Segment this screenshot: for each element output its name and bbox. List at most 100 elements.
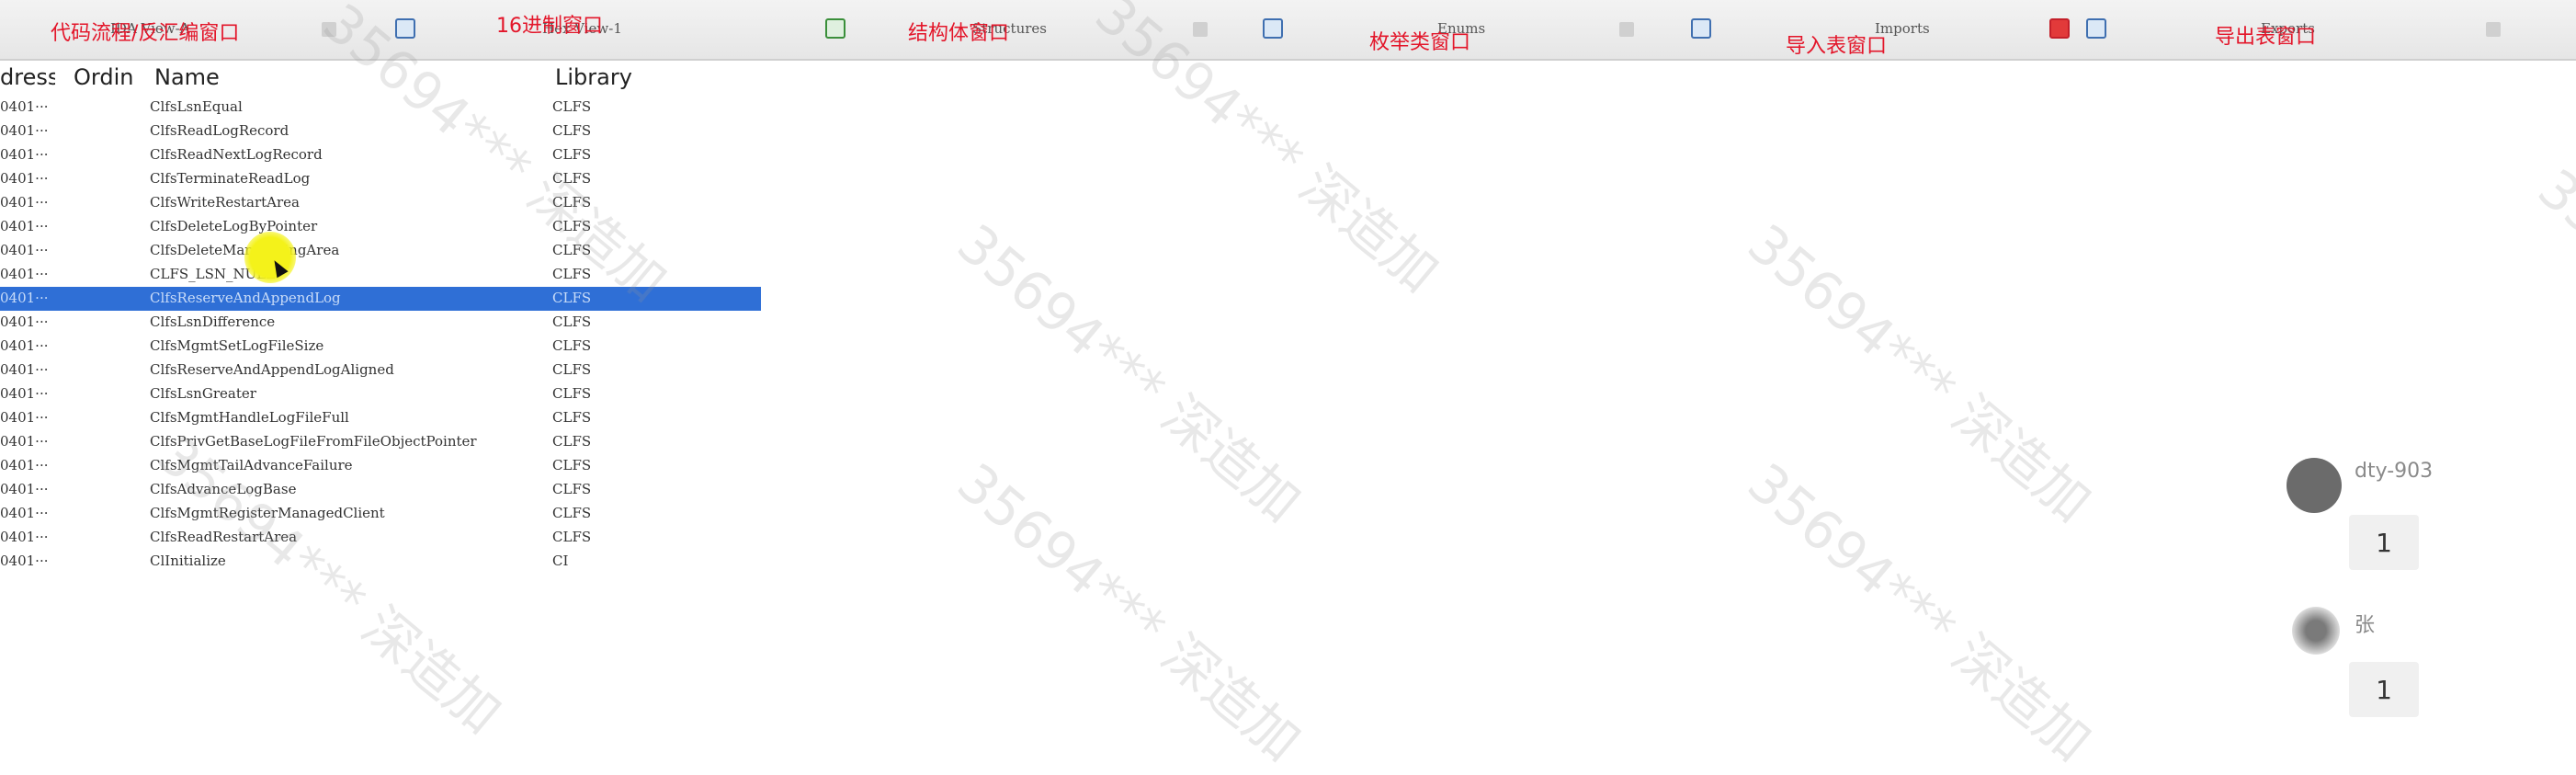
exports-icon (2049, 18, 2070, 39)
table-row[interactable]: 0401··· ClfsTerminateReadLog CLFS (0, 167, 761, 191)
cell-name: ClfsLsnDifference (150, 313, 276, 330)
cell-address: 0401··· (0, 361, 49, 378)
column-ordinal[interactable]: Ordin (74, 64, 143, 90)
cell-name: ClfsMgmtRegisterManagedClient (150, 505, 385, 521)
close-icon[interactable] (322, 22, 336, 37)
cell-library: CI (552, 553, 569, 569)
table-row[interactable]: 0401··· ClfsReadNextLogRecord CLFS (0, 143, 761, 167)
imports-icon (1691, 18, 1711, 39)
annotation-structures: 结构体窗口 (908, 22, 1010, 45)
cell-name: ClfsDeleteLogByPointer (150, 218, 318, 234)
cursor-highlight (244, 232, 296, 283)
table-row[interactable]: 0401··· ClfsDeleteLogByPointer CLFS (0, 215, 761, 239)
cell-address: 0401··· (0, 290, 49, 306)
table-row[interactable]: 0401··· ClfsReserveAndAppendLog CLFS (0, 287, 761, 311)
table-row[interactable]: 0401··· ClfsMgmtRegisterManagedClient CLFS (0, 502, 761, 526)
cell-name: ClfsLsnEqual (150, 98, 243, 115)
cell-name: ClfsReserveAndAppendLogAligned (150, 361, 394, 378)
cell-address: 0401··· (0, 385, 49, 402)
cell-library: CLFS (552, 146, 592, 163)
cell-library: CLFS (552, 529, 592, 545)
annotation-enums: 枚举类窗口 (1369, 31, 1471, 54)
table-row[interactable]: 0401··· ClfsMgmtSetLogFileSize CLFS (0, 335, 761, 359)
table-row[interactable]: 0401··· ClfsAdvanceLogBase CLFS (0, 478, 761, 502)
watermark: 35694*** 深造加 (1736, 450, 2104, 773)
tab-strip: IDA View-A Hex View-1 Structures Enums I… (0, 0, 2576, 61)
cell-address: 0401··· (0, 122, 49, 139)
close-icon[interactable] (1619, 22, 1634, 37)
cell-library: CLFS (552, 98, 592, 115)
comment-user: dty-903 (2355, 460, 2434, 483)
cell-name: CLFS_LSN_NULL (150, 266, 276, 282)
table-row[interactable]: 0401··· ClfsMgmtHandleLogFileFull CLFS (0, 406, 761, 430)
cell-address: 0401··· (0, 242, 49, 258)
cell-library: CLFS (552, 361, 592, 378)
annotation-hex: 16进制窗口 (496, 15, 603, 38)
cell-name: ClfsTerminateReadLog (150, 170, 311, 187)
cell-name: ClfsLsnGreater (150, 385, 256, 402)
cell-name: ClfsMgmtTailAdvanceFailure (150, 457, 353, 473)
cell-address: 0401··· (0, 266, 49, 282)
cell-library: CLFS (552, 385, 592, 402)
cell-name: ClfsPrivGetBaseLogFileFromFileObjectPoin… (150, 433, 477, 450)
cell-library: CLFS (552, 194, 592, 211)
cell-address: 0401··· (0, 146, 49, 163)
cell-address: 0401··· (0, 433, 49, 450)
cell-library: CLFS (552, 266, 592, 282)
comment-count[interactable]: 1 (2349, 662, 2419, 717)
column-library[interactable]: Library (555, 64, 693, 90)
cell-name: ClfsReadNextLogRecord (150, 146, 323, 163)
cell-library: CLFS (552, 457, 592, 473)
comment-count[interactable]: 1 (2349, 515, 2419, 570)
column-address[interactable]: dress (0, 64, 55, 90)
table-row[interactable]: 0401··· ClfsLsnEqual CLFS (0, 96, 761, 120)
cell-address: 0401··· (0, 529, 49, 545)
close-icon[interactable] (1193, 22, 1208, 37)
cell-library: CLFS (552, 242, 592, 258)
avatar[interactable] (2287, 458, 2342, 513)
cell-name: ClfsReadLogRecord (150, 122, 289, 139)
annotation-disassembly: 代码流程/反汇编窗口 (51, 22, 240, 45)
cell-library: CLFS (552, 505, 592, 521)
cell-address: 0401··· (0, 337, 49, 354)
cell-address: 0401··· (0, 553, 49, 569)
table-row[interactable]: 0401··· ClfsReadLogRecord CLFS (0, 120, 761, 143)
column-name[interactable]: Name (154, 64, 540, 90)
table-row[interactable]: 0401··· ClfsLsnDifference CLFS (0, 311, 761, 335)
cell-library: CLFS (552, 481, 592, 497)
table-row[interactable]: 0401··· ClfsMgmtTailAdvanceFailure CLFS (0, 454, 761, 478)
avatar[interactable] (2292, 607, 2340, 655)
table-row[interactable]: 0401··· ClInitialize CI (0, 550, 761, 574)
table-row[interactable]: 0401··· ClfsLsnGreater CLFS (0, 382, 761, 406)
cell-address: 0401··· (0, 98, 49, 115)
table-row[interactable]: 0401··· ClfsWriteRestartArea CLFS (0, 191, 761, 215)
cell-library: CLFS (552, 170, 592, 187)
table-row[interactable]: 0401··· CLFS_LSN_NULL CLFS (0, 263, 761, 287)
annotation-imports: 导入表窗口 (1786, 35, 1888, 58)
hex-view-icon (395, 18, 415, 39)
cell-name: ClInitialize (150, 553, 226, 569)
close-icon[interactable] (2486, 22, 2501, 37)
table-row[interactable]: 0401··· ClfsDeleteMarshallingArea CLFS (0, 239, 761, 263)
cell-address: 0401··· (0, 505, 49, 521)
cell-name: ClfsDeleteMarshallingArea (150, 242, 545, 258)
comment-user: 张 (2355, 614, 2376, 637)
cell-address: 0401··· (0, 194, 49, 211)
cell-address: 0401··· (0, 457, 49, 473)
watermark: 35694*** 深造加 (1736, 211, 2104, 534)
watermark: 35694*** 深造加 (946, 450, 1313, 773)
imports-list-header: dress Ordin Name Library (0, 59, 763, 96)
exports-view-icon (2086, 18, 2106, 39)
annotation-exports: 导出表窗口 (2215, 26, 2317, 49)
cell-name: ClfsMgmtSetLogFileSize (150, 337, 324, 354)
cell-name: ClfsWriteRestartArea (150, 194, 301, 211)
cell-address: 0401··· (0, 481, 49, 497)
structures-icon (825, 18, 845, 39)
cell-name: ClfsAdvanceLogBase (150, 481, 297, 497)
table-row[interactable]: 0401··· ClfsReserveAndAppendLogAligned CLF… (0, 359, 761, 382)
table-row[interactable]: 0401··· ClfsReadRestartArea CLFS (0, 526, 761, 550)
watermark: 35694*** 深造加 (2526, 156, 2576, 479)
cell-library: CLFS (552, 122, 592, 139)
table-row[interactable]: 0401··· ClfsPrivGetBaseLogFileFromFileObj… (0, 430, 761, 454)
cell-library: CLFS (552, 218, 592, 234)
